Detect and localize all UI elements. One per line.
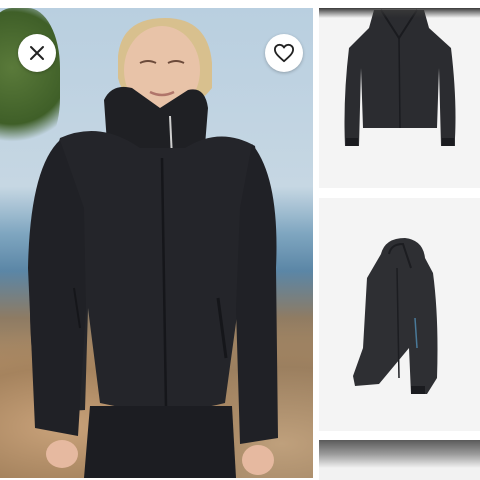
jacket-front-image bbox=[344, 9, 456, 146]
favorite-button[interactable] bbox=[265, 34, 303, 72]
model-wearing-jacket bbox=[28, 18, 278, 478]
main-product-image[interactable] bbox=[0, 8, 313, 478]
thumbnail-edge bbox=[319, 8, 480, 18]
heart-icon bbox=[273, 43, 294, 63]
close-icon bbox=[30, 46, 44, 60]
jacket-side-image bbox=[353, 238, 438, 394]
close-button[interactable] bbox=[18, 34, 56, 72]
thumbnail-jacket-side[interactable] bbox=[319, 198, 480, 431]
thumbnail-jacket-partial[interactable] bbox=[319, 440, 480, 480]
thumbnail-jacket-front[interactable] bbox=[319, 8, 480, 188]
jacket-partial-image bbox=[319, 440, 480, 480]
